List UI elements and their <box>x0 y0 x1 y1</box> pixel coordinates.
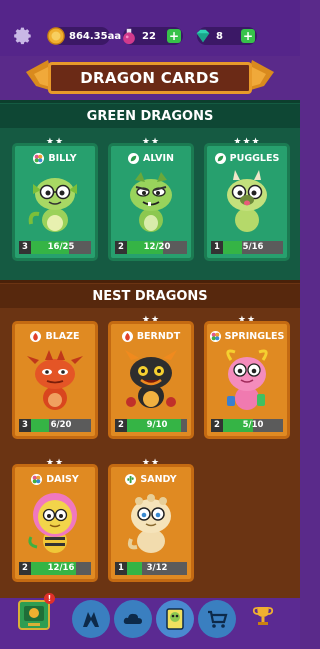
dragon-name: PUGGLES <box>229 153 280 164</box>
dragon-icon[interactable] <box>72 600 110 638</box>
gems-value: 8 <box>216 30 223 42</box>
card-progress: 3 6/20 <box>19 419 91 432</box>
tv-icon[interactable] <box>18 600 50 630</box>
gem-icon <box>196 29 210 43</box>
fire-icon <box>30 331 42 342</box>
nest-dragons-section: NEST DRAGONS BLAZE 3 6/20 ★★ BERNDT 2 9/… <box>0 280 300 598</box>
green-dragons-section: GREEN DRAGONS ★★ BILLY 3 16/25 ★★ ALVIN … <box>0 100 300 280</box>
card-count: 9/10 <box>146 420 168 430</box>
dragon-name: DAISY <box>46 474 79 485</box>
dragon-blaze-illustration <box>27 350 83 410</box>
card-progress: 1 3/12 <box>115 562 187 575</box>
potion-icon <box>123 28 135 45</box>
gear-icon[interactable] <box>13 26 33 46</box>
dragon-name: BERNDT <box>136 331 181 342</box>
card-level: 3 <box>19 241 31 254</box>
coin-icon <box>47 27 65 45</box>
dragon-name: SANDY <box>140 474 177 485</box>
dragon-sandy-illustration <box>127 494 171 553</box>
leaf-icon <box>128 153 140 164</box>
add-gems-button[interactable]: + <box>241 29 255 43</box>
card-count: 12/20 <box>143 242 171 252</box>
coins-value: 864.35aa <box>69 30 122 42</box>
card-progress: 2 9/10 <box>115 419 187 432</box>
card-level: 2 <box>115 419 127 432</box>
dragon-berndt-illustration <box>125 350 177 408</box>
add-potions-button[interactable]: + <box>167 29 181 43</box>
card-count: 3/12 <box>146 563 168 573</box>
dragon-name: BILLY <box>48 153 77 164</box>
card-count: 16/25 <box>47 242 75 252</box>
card-progress: 1 5/16 <box>211 241 283 254</box>
dragon-card-daisy[interactable]: DAISY 2 12/16 <box>12 464 98 582</box>
trophy-icon[interactable] <box>251 604 275 628</box>
card-count: 5/16 <box>242 242 264 252</box>
card-level: 2 <box>115 241 127 254</box>
fire-icon <box>121 331 133 342</box>
dragon-card-blaze[interactable]: BLAZE 3 6/20 <box>12 321 98 439</box>
card-level: 2 <box>211 419 223 432</box>
coins-counter[interactable]: 864.35aa <box>47 27 121 45</box>
notification-badge: ! <box>44 593 55 604</box>
card-level: 2 <box>19 562 31 575</box>
dragon-card-icon[interactable] <box>156 600 194 638</box>
dragon-alvin-illustration <box>130 172 172 232</box>
card-progress: 2 5/10 <box>211 419 283 432</box>
gems-counter[interactable]: 8 + <box>196 27 257 45</box>
dragon-daisy-illustration <box>28 493 77 553</box>
page-title: DRAGON CARDS <box>80 69 220 87</box>
card-progress: 2 12/16 <box>19 562 91 575</box>
dragon-card-berndt[interactable]: BERNDT 2 9/10 <box>108 321 194 439</box>
dragon-name: SPRINGLES <box>224 331 285 342</box>
cart-icon[interactable] <box>198 600 236 638</box>
page-title-banner: DRAGON CARDS <box>48 62 252 94</box>
flower-icon <box>31 474 43 485</box>
dragon-card-springles[interactable]: SPRINGLES 2 5/10 <box>204 321 290 439</box>
section-title: NEST DRAGONS <box>0 284 300 308</box>
dragon-springles-illustration <box>226 349 268 410</box>
card-count: 12/16 <box>47 563 75 573</box>
dragon-card-puggles[interactable]: PUGGLES 1 5/16 <box>204 143 290 261</box>
card-level: 3 <box>19 419 31 432</box>
card-level: 1 <box>115 562 127 575</box>
dragon-puggles-illustration <box>227 170 267 232</box>
leaf-icon <box>214 153 226 164</box>
dragon-billy-illustration <box>28 178 77 232</box>
dragon-card-sandy[interactable]: SANDY 1 3/12 <box>108 464 194 582</box>
cactus-icon <box>125 474 137 485</box>
dragon-name: ALVIN <box>143 153 174 164</box>
dragon-card-alvin[interactable]: ALVIN 2 12/20 <box>108 143 194 261</box>
dragon-name: BLAZE <box>45 331 80 342</box>
top-bar: 864.35aa 22 + 8 + <box>0 0 300 56</box>
cloud-icon[interactable] <box>114 600 152 638</box>
card-count: 5/10 <box>242 420 264 430</box>
flower-icon <box>209 331 221 342</box>
card-level: 1 <box>211 241 223 254</box>
section-title: GREEN DRAGONS <box>0 104 300 128</box>
potions-value: 22 <box>142 30 156 42</box>
card-progress: 2 12/20 <box>115 241 187 254</box>
flower-icon <box>33 153 45 164</box>
dragon-card-billy[interactable]: BILLY 3 16/25 <box>12 143 98 261</box>
card-count: 6/20 <box>50 420 72 430</box>
header-banner: DRAGON CARDS <box>0 52 300 100</box>
potions-counter[interactable]: 22 + <box>123 27 183 45</box>
bottom-nav: ! <box>0 593 300 649</box>
card-progress: 3 16/25 <box>19 241 91 254</box>
